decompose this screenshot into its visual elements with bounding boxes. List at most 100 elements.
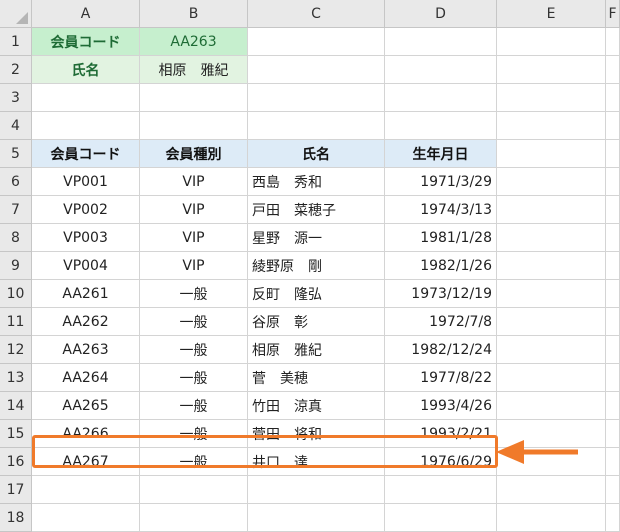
member-type-cell[interactable]: VIP — [140, 252, 248, 280]
lookup-code-value[interactable]: AA263 — [140, 28, 248, 56]
column-header-e[interactable]: E — [497, 0, 606, 28]
cell[interactable] — [497, 84, 606, 112]
cell[interactable] — [385, 504, 497, 532]
select-all-corner[interactable] — [0, 0, 32, 28]
member-code-cell[interactable]: VP004 — [32, 252, 140, 280]
birthdate-cell[interactable]: 1971/3/29 — [385, 168, 497, 196]
cell[interactable] — [497, 504, 606, 532]
cell[interactable] — [385, 476, 497, 504]
member-code-cell[interactable]: VP002 — [32, 196, 140, 224]
row-header-18[interactable]: 18 — [0, 504, 32, 532]
cell[interactable] — [497, 140, 606, 168]
column-header-b[interactable]: B — [140, 0, 248, 28]
cell[interactable] — [497, 280, 606, 308]
cell[interactable] — [497, 308, 606, 336]
cell[interactable] — [606, 392, 620, 420]
cell[interactable] — [248, 504, 385, 532]
member-code-cell[interactable]: AA264 — [32, 364, 140, 392]
cell[interactable] — [606, 476, 620, 504]
row-header-7[interactable]: 7 — [0, 196, 32, 224]
cell[interactable] — [606, 336, 620, 364]
row-header-10[interactable]: 10 — [0, 280, 32, 308]
cell[interactable] — [248, 476, 385, 504]
cell[interactable] — [32, 112, 140, 140]
cell[interactable] — [140, 476, 248, 504]
name-cell[interactable]: 谷原 彰 — [248, 308, 385, 336]
column-header-a[interactable]: A — [32, 0, 140, 28]
cell[interactable] — [497, 476, 606, 504]
row-header-1[interactable]: 1 — [0, 28, 32, 56]
cell[interactable] — [606, 56, 620, 84]
name-cell[interactable]: 反町 隆弘 — [248, 280, 385, 308]
member-code-cell[interactable]: AA261 — [32, 280, 140, 308]
cell[interactable] — [140, 112, 248, 140]
member-type-cell[interactable]: VIP — [140, 196, 248, 224]
cell[interactable] — [606, 364, 620, 392]
cell[interactable] — [497, 364, 606, 392]
birthdate-cell[interactable]: 1972/7/8 — [385, 308, 497, 336]
cell[interactable] — [606, 308, 620, 336]
cell[interactable] — [385, 28, 497, 56]
birthdate-cell[interactable]: 1982/1/26 — [385, 252, 497, 280]
member-type-cell[interactable]: 一般 — [140, 336, 248, 364]
cell[interactable] — [497, 224, 606, 252]
birthdate-cell[interactable]: 1982/12/24 — [385, 336, 497, 364]
cell[interactable] — [606, 280, 620, 308]
cell[interactable] — [606, 504, 620, 532]
name-cell[interactable]: 菅 美穂 — [248, 364, 385, 392]
name-cell[interactable]: 星野 源一 — [248, 224, 385, 252]
row-header-3[interactable]: 3 — [0, 84, 32, 112]
row-header-11[interactable]: 11 — [0, 308, 32, 336]
row-header-15[interactable]: 15 — [0, 420, 32, 448]
member-type-cell[interactable]: 一般 — [140, 280, 248, 308]
cell[interactable] — [497, 196, 606, 224]
row-header-5[interactable]: 5 — [0, 140, 32, 168]
cell[interactable] — [248, 112, 385, 140]
member-type-cell[interactable]: VIP — [140, 168, 248, 196]
cell[interactable] — [32, 84, 140, 112]
member-type-cell[interactable]: 一般 — [140, 364, 248, 392]
row-header-8[interactable]: 8 — [0, 224, 32, 252]
cell[interactable] — [606, 112, 620, 140]
cell[interactable] — [140, 84, 248, 112]
name-cell[interactable]: 西島 秀和 — [248, 168, 385, 196]
cell[interactable] — [497, 392, 606, 420]
cell[interactable] — [606, 28, 620, 56]
member-type-cell[interactable]: 一般 — [140, 392, 248, 420]
cell[interactable] — [32, 476, 140, 504]
birthdate-cell[interactable]: 1977/8/22 — [385, 364, 497, 392]
cell[interactable] — [606, 140, 620, 168]
row-header-12[interactable]: 12 — [0, 336, 32, 364]
cell[interactable] — [606, 420, 620, 448]
row-header-14[interactable]: 14 — [0, 392, 32, 420]
cell[interactable] — [606, 252, 620, 280]
cell[interactable] — [606, 196, 620, 224]
member-code-cell[interactable]: AA262 — [32, 308, 140, 336]
name-cell[interactable]: 戸田 菜穂子 — [248, 196, 385, 224]
birthdate-cell[interactable]: 1974/3/13 — [385, 196, 497, 224]
cell[interactable] — [497, 168, 606, 196]
birthdate-cell[interactable]: 1981/1/28 — [385, 224, 497, 252]
name-cell[interactable]: 竹田 涼真 — [248, 392, 385, 420]
cell[interactable] — [385, 84, 497, 112]
cell[interactable] — [606, 224, 620, 252]
cell[interactable] — [606, 168, 620, 196]
birthdate-cell[interactable]: 1993/4/26 — [385, 392, 497, 420]
member-code-cell[interactable]: VP003 — [32, 224, 140, 252]
cell[interactable] — [497, 56, 606, 84]
row-header-16[interactable]: 16 — [0, 448, 32, 476]
cell[interactable] — [385, 56, 497, 84]
member-code-cell[interactable]: VP001 — [32, 168, 140, 196]
cell[interactable] — [385, 112, 497, 140]
member-type-cell[interactable]: 一般 — [140, 308, 248, 336]
member-type-cell[interactable]: VIP — [140, 224, 248, 252]
column-header-c[interactable]: C — [248, 0, 385, 28]
cell[interactable] — [497, 336, 606, 364]
row-header-17[interactable]: 17 — [0, 476, 32, 504]
row-header-9[interactable]: 9 — [0, 252, 32, 280]
cell[interactable] — [497, 112, 606, 140]
column-header-f[interactable]: F — [606, 0, 620, 28]
row-header-2[interactable]: 2 — [0, 56, 32, 84]
column-header-d[interactable]: D — [385, 0, 497, 28]
row-header-13[interactable]: 13 — [0, 364, 32, 392]
